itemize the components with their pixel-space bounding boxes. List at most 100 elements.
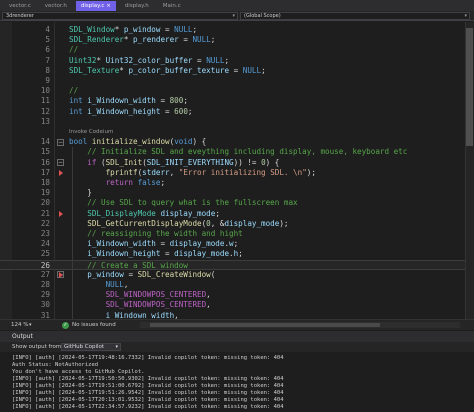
code-line[interactable]: 8 SDL_Texture* p_color_buffer_texture = N… [0,66,465,76]
warning-arrow-icon [59,169,63,176]
output-line: Auth Status: NotAuthorized [12,362,99,368]
output-source-select[interactable]: GitHub Copilot ▾ [61,343,121,351]
code-token: = [192,55,207,65]
document-tab-bar: vector.c vector.h display.c × display.h … [0,0,474,11]
issues-status[interactable]: No issues found [72,320,116,330]
code-line[interactable]: 11 int i_Windown_width = 800; [0,96,465,106]
code-token: // [69,45,79,55]
tab-vector-c[interactable]: vector.c [4,1,36,11]
chevron-down-icon[interactable]: ▾ [29,320,32,330]
code-token: SDL_GetCurrentDisplayMode [87,218,202,228]
code-token: = [160,106,175,116]
code-line[interactable]: 24 i_Windown_width = display_mode.w; [0,239,465,249]
code-line[interactable]: 4 SDL_Window* p_window = NULL; [0,25,465,35]
code-token: i_Windown_width [105,310,175,319]
code-line[interactable]: 15 // Initialize SDL and eveything inclu… [0,147,465,157]
code-token: SDL_DisplayMode [87,208,156,218]
line-number: 31 [40,310,50,319]
codelens-row[interactable]: Invoke Codeium [0,127,465,137]
line-number: 11 [40,96,50,106]
code-line[interactable]: 28 NULL, [0,280,465,290]
code-line[interactable]: 5 SDL_Renderer* p_renderer = NULL; [0,35,465,45]
code-token: ; [192,25,198,34]
code-line[interactable]: 9 [0,76,465,86]
navigation-bar: 3drenderer ▾ (Global Scope) ▾ [0,11,474,21]
output-line: You don't have access to GitHub Copilot. [12,369,145,375]
tab-main-c[interactable]: Main.c [157,1,186,11]
close-icon[interactable]: × [106,3,111,9]
code-line[interactable]: 26 // Create a SDL window [0,259,465,270]
code-line[interactable]: 20 // Use SDL to query what is the fulls… [0,198,465,208]
code-editor[interactable]: 4 SDL_Window* p_window = NULL; 5 SDL_Render… [0,22,474,319]
line-number: 14 [40,137,50,147]
code-line[interactable]: 6 // [0,45,465,55]
tab-label: display.h [124,3,149,9]
code-line[interactable]: 17 fprintf(stderr, "Error initializing S… [0,168,465,178]
code-token: stderr [142,167,170,177]
code-token: NULL [242,65,262,75]
code-text: // Use SDL to query what is the fullscre… [69,198,297,208]
vertical-scrollbar[interactable] [465,22,474,319]
code-line[interactable]: 12 int i_Windown_height = 600; [0,107,465,117]
code-line[interactable]: 29 SDL_WINDOWPOS_CENTERED, [0,290,465,300]
fold-toggle-icon[interactable]: − [57,138,64,146]
code-token: // [69,86,79,96]
code-token: , [174,310,179,319]
code-line[interactable]: 23 // reassigning the width and hight [0,229,465,239]
code-text: // reassigning the width and hight [69,229,243,239]
tab-label: display.c [80,3,105,9]
fold-toggle-icon[interactable]: − [57,159,64,167]
tab-display-c[interactable]: display.c × [75,1,116,11]
code-token: display_mode [174,249,230,259]
code-line[interactable]: 16 if (SDL_Init(SDL_INIT_EVERYTHING)) !=… [0,158,465,168]
horizontal-scrollbar[interactable] [140,322,460,328]
line-number: 29 [40,290,50,300]
code-text: i_Windown_height = display_mode.h; [69,249,243,259]
tab-label: Main.c [162,3,181,9]
code-text: p_window = SDL_CreateWindow( [69,270,215,280]
code-token: fprintf [105,167,138,177]
project-dropdown[interactable]: 3drenderer ▾ [2,12,238,20]
code-line[interactable]: 27 p_window = SDL_CreateWindow( [0,270,465,280]
code-text: SDL_Texture* p_color_buffer_texture = NU… [69,66,266,76]
code-token: // reassigning the width and hight [87,229,243,238]
code-token: ) { [265,157,280,167]
tab-vector-h[interactable]: vector.h [39,1,72,11]
code-token: return [105,178,134,187]
code-token: display_mode [169,239,225,249]
code-text: fprintf(stderr, "Error initializing SDL.… [69,168,316,178]
tab-display-h[interactable]: display.h [119,1,154,11]
code-text: NULL, [69,280,129,290]
code-line[interactable]: 22 SDL_GetCurrentDisplayMode(0, &display… [0,219,465,229]
line-number: 16 [40,157,50,167]
code-token: ( [96,157,106,167]
output-text-area[interactable]: [INFO] [auth] [2024-05-17T19:48:16.7332]… [0,352,474,412]
line-number: 7 [45,55,50,65]
code-line[interactable]: 31 i_Windown_width, [0,311,465,319]
code-token: 600 [174,106,188,116]
code-token: // Create a SDL window [87,260,188,270]
code-line[interactable]: 30 SDL_WINDOWPOS_CENTERED, [0,300,465,310]
line-number: 19 [40,188,50,198]
line-number: 24 [40,239,50,249]
output-source-value: GitHub Copilot [64,344,105,350]
code-line[interactable]: 7 Uint32* Uint32_color_buffer = NULL; [0,56,465,66]
code-line[interactable]: 13 [0,117,465,127]
scrollbar-thumb[interactable] [150,323,380,327]
code-line[interactable]: 19 } [0,188,465,198]
code-line[interactable]: 10 // [0,86,465,96]
code-line[interactable]: 21 SDL_DisplayMode display_mode; [0,209,465,219]
code-line[interactable]: 14 bool initialize_window(void) { [0,137,465,147]
scrollbar-thumb[interactable] [466,28,473,146]
codelens-link[interactable]: Invoke Codeium [69,127,113,137]
code-line[interactable]: 18 return false; [0,178,465,188]
line-number: 6 [45,45,50,55]
code-line[interactable]: 25 i_Windown_height = display_mode.h; [0,249,465,259]
code-token: SDL_Texture [69,65,120,75]
zoom-level[interactable]: 124 % [11,320,28,330]
scope-dropdown[interactable]: (Global Scope) ▾ [240,12,470,20]
code-token: ; [238,249,243,259]
code-token: 800 [169,96,184,106]
